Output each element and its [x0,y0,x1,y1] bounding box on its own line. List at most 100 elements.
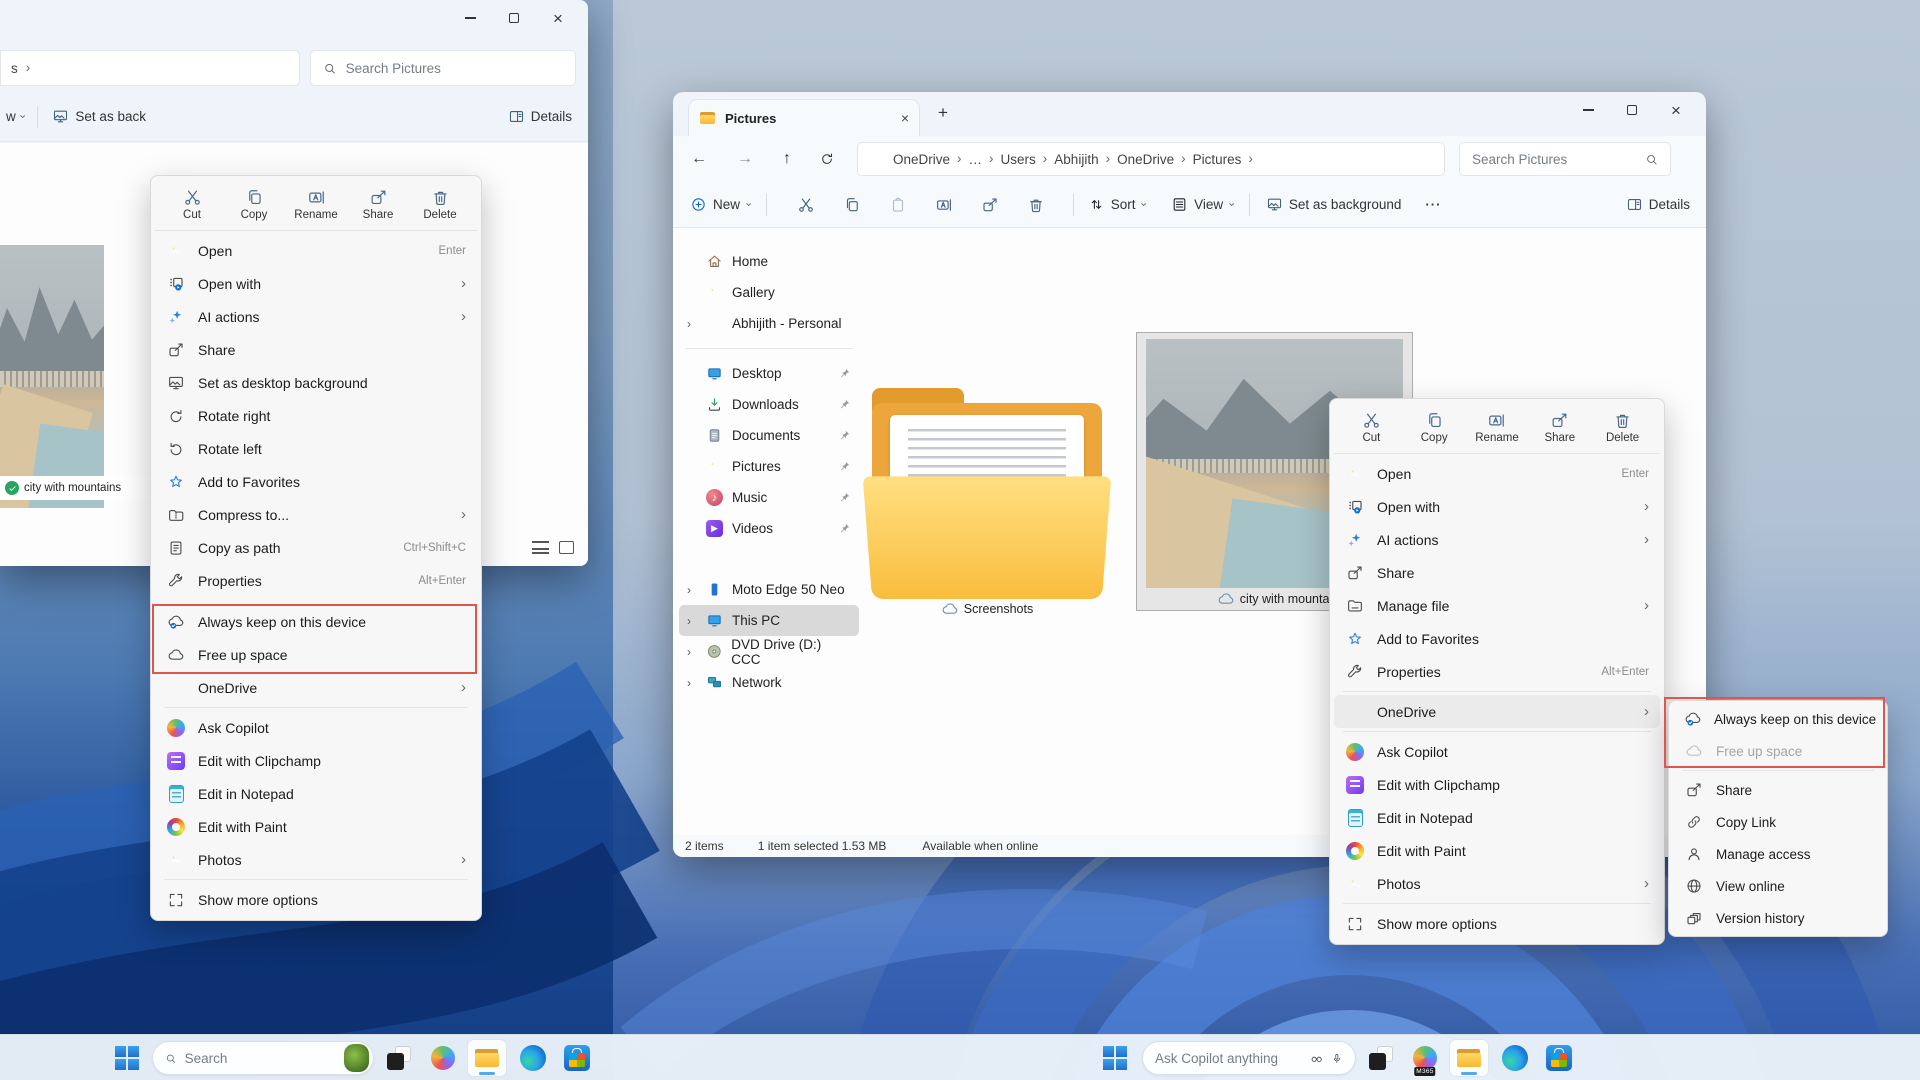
menu-item-photos[interactable]: Photos [1334,867,1660,900]
details-button[interactable]: Details [508,108,572,125]
menu-item-show-more-options[interactable]: Show more options [1334,907,1660,940]
delete-button[interactable]: Delete [412,184,468,225]
maximize-button[interactable] [1610,92,1654,128]
task-view-button-left[interactable] [380,1040,418,1076]
tab-pictures[interactable]: Pictures [689,100,919,136]
share-button[interactable]: Share [1532,407,1588,448]
left-search-box[interactable] [310,50,576,86]
file-explorer-button-left[interactable] [468,1040,506,1076]
menu-item-set-as-desktop-background[interactable]: Set as desktop background [155,366,477,399]
sidebar-item-gallery[interactable]: Gallery [679,277,859,308]
right-search-box[interactable] [1459,142,1671,176]
see-more-icon[interactable] [1425,198,1441,211]
sidebar-item-videos[interactable]: ▶Videos [679,513,859,544]
folder-screenshots[interactable] [872,388,1102,598]
menu-item-photos[interactable]: Photos [155,843,477,876]
right-search-input[interactable] [1472,152,1637,167]
new-tab-button[interactable] [938,104,948,121]
menu-item-always-keep-on-device[interactable]: Always keep on this device [155,605,477,638]
rename-button[interactable]: Rename [1469,407,1525,448]
delete-button[interactable]: Delete [1595,407,1651,448]
copilot-prompt-input[interactable] [1155,1051,1302,1066]
expand-icon[interactable] [687,646,697,658]
submenu-item-manage-access[interactable]: Manage access [1673,838,1883,870]
menu-item-properties[interactable]: PropertiesAlt+Enter [155,564,477,597]
sidebar-item-downloads[interactable]: Downloads [679,389,859,420]
expand-icon[interactable] [687,677,697,689]
edge-button-right[interactable] [1496,1040,1534,1076]
menu-item-ask-copilot[interactable]: Ask Copilot [155,711,477,744]
cut-button[interactable]: Cut [164,184,220,225]
left-search-input[interactable] [346,61,563,76]
sidebar-item-moto-edge[interactable]: Moto Edge 50 Neo [679,574,859,605]
set-as-background-button[interactable]: Set as back [52,108,146,125]
minimize-button[interactable] [448,0,492,36]
menu-item-ai-actions[interactable]: AI actions [155,300,477,333]
menu-item-ai-actions[interactable]: AI actions [1334,523,1660,556]
details-button[interactable]: Details [1626,196,1690,213]
submenu-item-view-online[interactable]: View online [1673,870,1883,902]
file-explorer-button-right[interactable] [1450,1040,1488,1076]
menu-item-edit-in-notepad[interactable]: Edit in Notepad [155,777,477,810]
delete-icon[interactable] [1027,196,1045,214]
copy-button[interactable]: Copy [226,184,282,225]
new-button[interactable]: New [690,196,750,213]
sidebar-item-documents[interactable]: Documents [679,420,859,451]
menu-item-manage-file[interactable]: Manage file [1334,589,1660,622]
cut-button[interactable]: Cut [1343,407,1399,448]
expand-icon[interactable] [687,318,697,330]
share-button[interactable]: Share [350,184,406,225]
breadcrumb-item-onedrive[interactable]: OneDrive [893,152,950,167]
menu-item-properties[interactable]: PropertiesAlt+Enter [1334,655,1660,688]
menu-item-copy-as-path[interactable]: Copy as pathCtrl+Shift+C [155,531,477,564]
sidebar-item-home[interactable]: Home [679,246,859,277]
expand-icon[interactable] [687,615,697,627]
task-view-button-right[interactable] [1362,1040,1400,1076]
sidebar-item-onedrive-personal[interactable]: Abhijith - Personal [679,308,859,339]
sidebar-item-desktop[interactable]: Desktop [679,358,859,389]
close-button[interactable] [536,0,580,36]
copy-button[interactable]: Copy [1406,407,1462,448]
tab-close-icon[interactable] [901,111,909,125]
copilot-button-left[interactable] [424,1040,462,1076]
sidebar-item-this-pc[interactable]: This PC [679,605,859,636]
menu-item-share[interactable]: Share [155,333,477,366]
menu-item-open[interactable]: OpenEnter [1334,457,1660,490]
refresh-icon[interactable] [819,151,835,167]
set-as-background-button[interactable]: Set as background [1266,196,1402,213]
menu-item-edit-with-paint[interactable]: Edit with Paint [1334,834,1660,867]
sidebar-item-music[interactable]: ♪Music [679,482,859,513]
view-button-partial[interactable]: w [6,109,16,124]
menu-item-rotate-right[interactable]: Rotate right [155,399,477,432]
breadcrumb-item-onedrive2[interactable]: OneDrive [1117,152,1174,167]
breadcrumb-overflow[interactable]: … [969,152,983,167]
menu-item-edit-with-clipchamp[interactable]: Edit with Clipchamp [155,744,477,777]
rename-button[interactable]: Rename [288,184,344,225]
menu-item-share[interactable]: Share [1334,556,1660,589]
maximize-button[interactable] [492,0,536,36]
grid-view-icon[interactable] [559,541,574,554]
menu-item-edit-with-paint[interactable]: Edit with Paint [155,810,477,843]
paste-icon[interactable] [889,196,907,214]
copy-icon[interactable] [843,196,861,214]
close-button[interactable] [1654,92,1698,128]
rename-icon[interactable] [935,196,953,214]
sidebar-item-dvd-drive[interactable]: DVD Drive (D:) CCC [679,636,859,667]
menu-item-add-to-favorites[interactable]: Add to Favorites [155,465,477,498]
share-icon[interactable] [981,196,999,214]
sidebar-item-pictures[interactable]: Pictures [679,451,859,482]
taskbar-search-input[interactable] [185,1051,337,1066]
menu-item-onedrive[interactable]: OneDrive [155,671,477,704]
start-button-right[interactable] [1096,1040,1134,1076]
menu-item-open-with[interactable]: Open with [155,267,477,300]
forward-icon[interactable] [737,151,753,167]
menu-item-edit-with-clipchamp[interactable]: Edit with Clipchamp [1334,768,1660,801]
taskbar-search-left[interactable] [152,1041,374,1075]
edge-button-left[interactable] [514,1040,552,1076]
breadcrumb-item-pictures[interactable]: Pictures [1193,152,1242,167]
list-view-icon[interactable] [532,541,549,554]
left-photo-thumbnail[interactable] [0,245,104,508]
sort-button[interactable]: Sort [1088,196,1145,213]
m365-copilot-button[interactable]: M365 [1406,1040,1444,1076]
store-button-right[interactable] [1540,1040,1578,1076]
